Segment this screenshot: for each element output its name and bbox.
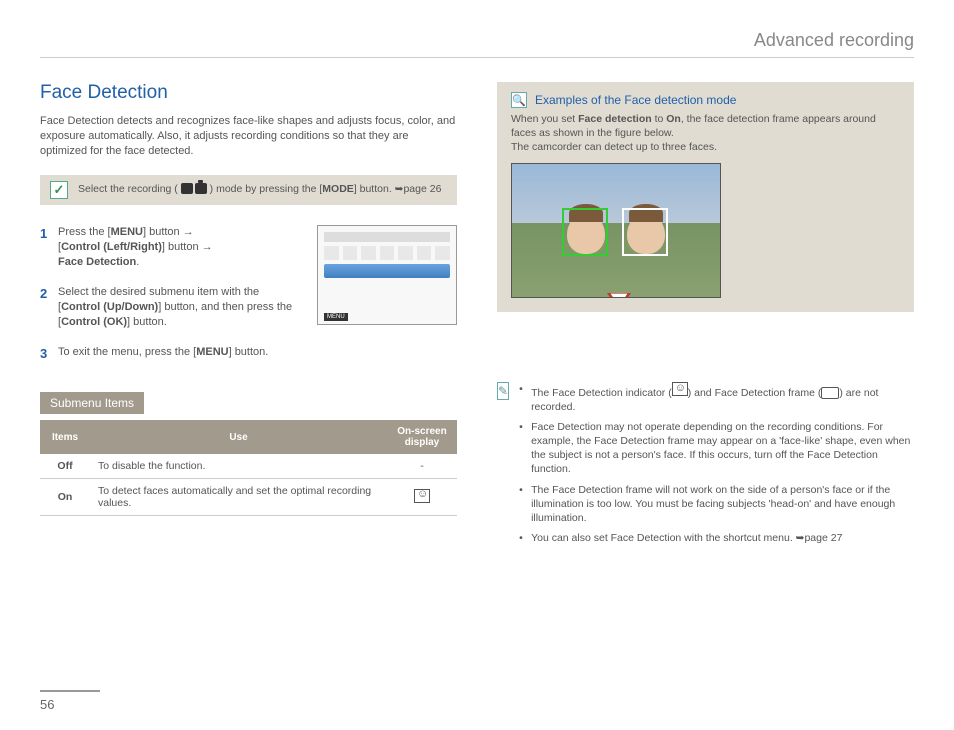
frame-icon <box>821 387 839 399</box>
t: Control (Up/Down) <box>61 301 158 313</box>
page-header: Advanced recording <box>40 30 914 58</box>
cell-disp-on <box>387 479 457 516</box>
example-title: Examples of the Face detection mode <box>535 93 736 107</box>
example-body: When you set Face detection to On, the f… <box>511 112 900 155</box>
step-1: Press the [MENU] button → [Control (Left… <box>40 225 303 271</box>
t: MENU <box>196 346 228 358</box>
t: ] button → <box>143 226 194 238</box>
mode-note-text: Select the recording ( ) mode by pressin… <box>78 183 441 197</box>
submenu-heading: Submenu Items <box>40 392 144 414</box>
cell-item-on: On <box>40 479 90 516</box>
t: MENU <box>111 226 143 238</box>
left-column: Face Detection Face Detection detects an… <box>40 82 457 551</box>
t: The Face Detection indicator ( <box>531 387 672 399</box>
t: When you set <box>511 113 578 125</box>
mode-note-tail: ] button. ➥page 26 <box>354 183 442 195</box>
t: ] button → <box>162 241 213 253</box>
tip-2: Face Detection may not operate depending… <box>519 420 914 477</box>
intro-paragraph: Face Detection detects and recognizes fa… <box>40 114 457 159</box>
section-title: Face Detection <box>40 82 457 104</box>
right-column: 🔍 Examples of the Face detection mode Wh… <box>497 82 914 551</box>
col-use: Use <box>90 420 387 454</box>
submenu-table: Items Use On-screen display Off To disab… <box>40 420 457 516</box>
step-3: To exit the menu, press the [MENU] butto… <box>40 345 457 360</box>
tip-4: You can also set Face Detection with the… <box>519 531 914 545</box>
content-columns: Face Detection Face Detection detects an… <box>40 82 914 551</box>
tip-list: The Face Detection indicator ( ) and Face… <box>519 382 914 552</box>
pencil-icon: ✎ <box>497 382 509 400</box>
cell-use-off: To disable the function. <box>90 454 387 479</box>
magnifier-icon: 🔍 <box>511 92 527 108</box>
mode-button-label: MODE <box>322 183 354 195</box>
menu-screenshot-diagram: MENU <box>317 225 457 325</box>
t: On <box>666 113 681 125</box>
menu-label-icon: MENU <box>324 313 348 321</box>
table-row: On To detect faces automatically and set… <box>40 479 457 516</box>
step-2: Select the desired submenu item with the… <box>40 285 303 331</box>
t: ) and Face Detection frame ( <box>688 387 822 399</box>
face-detection-icon <box>414 489 430 503</box>
t: ] button. <box>127 316 167 328</box>
table-row: Off To disable the function. - <box>40 454 457 479</box>
mode-note-post: ) mode by pressing the [ <box>210 183 323 195</box>
t: to <box>652 113 667 125</box>
t: Control (OK) <box>61 316 127 328</box>
page-number: 56 <box>40 697 54 712</box>
example-box: 🔍 Examples of the Face detection mode Wh… <box>497 82 914 312</box>
cell-item-off: Off <box>40 454 90 479</box>
col-items: Items <box>40 420 90 454</box>
arrow-down-icon <box>607 293 631 298</box>
steps-and-diagram-row: Press the [MENU] button → [Control (Left… <box>40 225 457 345</box>
cell-use-on: To detect faces automatically and set th… <box>90 479 387 516</box>
t: Face detection <box>578 113 652 125</box>
check-icon: ✓ <box>50 181 68 199</box>
t: The camcorder can detect up to three fac… <box>511 141 717 153</box>
face-detection-icon <box>672 382 688 396</box>
mode-select-note: ✓ Select the recording ( ) mode by press… <box>40 175 457 205</box>
t: Face Detection <box>58 256 136 268</box>
t: . <box>136 256 139 268</box>
record-mode-icons <box>181 183 207 194</box>
t: Control (Left/Right) <box>61 241 162 253</box>
mode-note-pre: Select the recording ( <box>78 183 178 195</box>
example-photo <box>511 163 721 298</box>
tip-1: The Face Detection indicator ( ) and Face… <box>519 382 914 414</box>
t: To exit the menu, press the [ <box>58 346 196 358</box>
tip-3: The Face Detection frame will not work o… <box>519 483 914 526</box>
t: Press the [ <box>58 226 111 238</box>
cell-disp-off: - <box>387 454 457 479</box>
steps-list: Press the [MENU] button → [Control (Left… <box>40 225 303 331</box>
tip-section: ✎ The Face Detection indicator ( ) and Fa… <box>497 382 914 552</box>
col-display: On-screen display <box>387 420 457 454</box>
t: ] button. <box>229 346 269 358</box>
footer-rule <box>40 690 100 692</box>
